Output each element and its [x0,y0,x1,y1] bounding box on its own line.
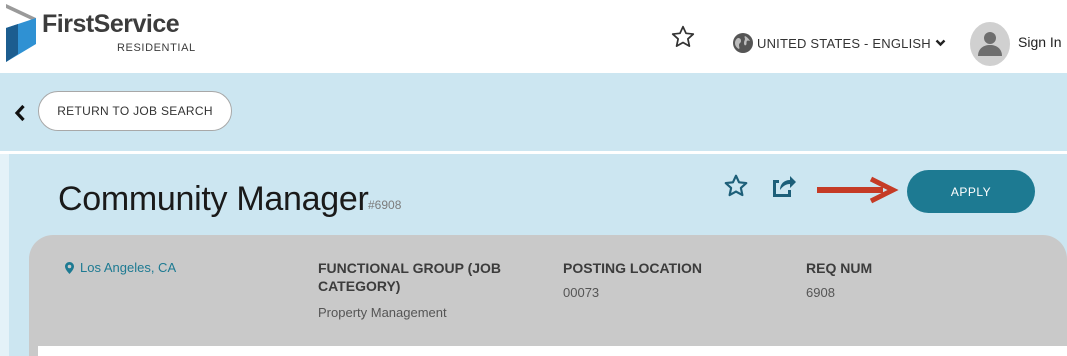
arrow-right-icon [817,176,899,204]
save-job-star-icon[interactable] [723,173,749,199]
chevron-left-icon[interactable] [14,104,26,122]
user-icon [978,32,1002,56]
share-icon[interactable] [769,171,797,199]
return-to-job-search-button[interactable]: RETURN TO JOB SEARCH [38,91,232,131]
language-label: UNITED STATES - ENGLISH [757,35,931,51]
posting-location-value: 00073 [563,285,600,300]
language-selector[interactable]: UNITED STATES - ENGLISH [733,33,946,53]
req-num-label: REQ NUM [806,260,873,276]
posting-location-label: POSTING LOCATION [563,260,702,276]
functional-group-label-line2: CATEGORY) [318,278,401,294]
functional-group-value: Property Management [318,305,447,320]
favorites-star-icon[interactable] [670,24,696,50]
left-edge-strip [0,154,9,356]
chevron-down-icon [935,39,946,47]
brand-subtitle: RESIDENTIAL [117,42,196,54]
functional-group-label: FUNCTIONAL GROUP (JOB CATEGORY) [318,259,501,295]
job-details-card: Los Angeles, CA FUNCTIONAL GROUP (JOB CA… [29,235,1067,356]
map-pin-icon [65,261,74,274]
apply-button[interactable]: APPLY [907,170,1035,213]
job-req-tag: #6908 [368,198,402,212]
globe-icon [733,33,753,53]
sign-in-link[interactable]: Sign In [1018,34,1062,50]
req-num-value: 6908 [806,285,835,300]
location-text: Los Angeles, CA [80,260,177,275]
return-bar: RETURN TO JOB SEARCH [0,73,1067,151]
job-title: Community Manager [58,180,369,218]
brand-name: FirstService [42,10,180,38]
user-avatar[interactable] [970,22,1010,66]
functional-group-label-line1: FUNCTIONAL GROUP (JOB [318,260,502,276]
logo-mark-icon [6,4,36,62]
brand-logo[interactable]: FirstService RESIDENTIAL [6,4,206,64]
site-header: FirstService RESIDENTIAL UNITED STATES -… [0,0,1067,73]
job-location[interactable]: Los Angeles, CA [65,260,176,275]
content-area [38,346,1067,356]
